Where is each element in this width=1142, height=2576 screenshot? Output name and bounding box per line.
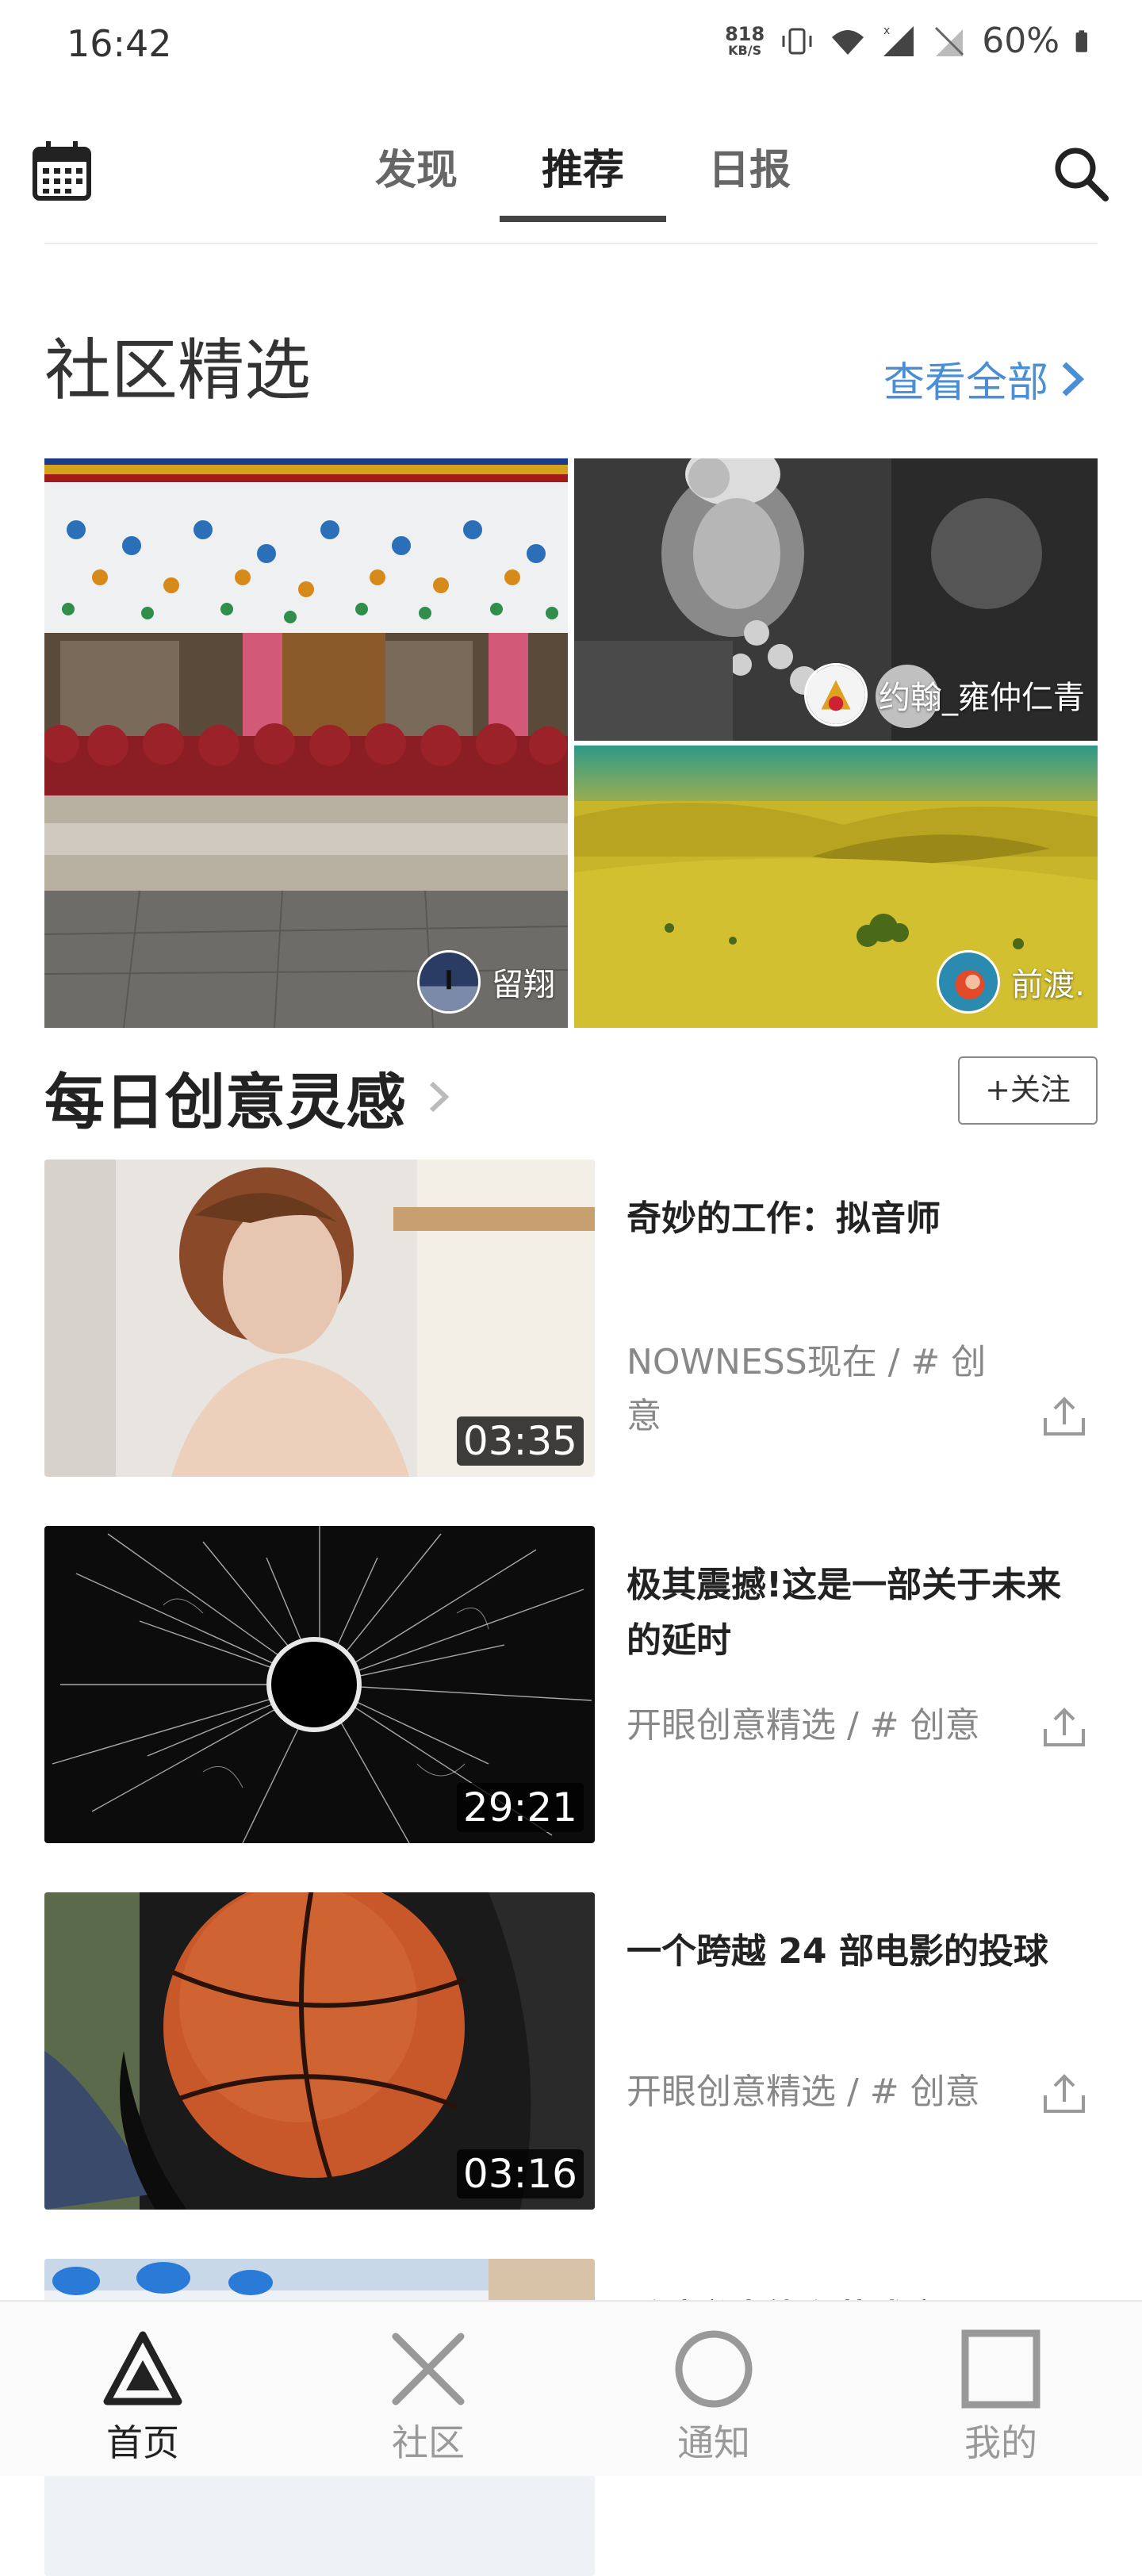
- tab-daily[interactable]: 日报: [666, 143, 833, 222]
- see-all-link[interactable]: 查看全部: [883, 349, 1086, 408]
- video-thumbnail[interactable]: 03:35: [44, 1160, 595, 1477]
- community-author: 前渡.: [937, 950, 1085, 1014]
- bottom-nav: 首页 社区 通知 我的: [0, 2300, 1142, 2476]
- signal-icon: x: [883, 25, 914, 56]
- community-card[interactable]: 留翔: [44, 458, 568, 1028]
- status-icons: 818 KB/S x 60%: [725, 21, 1098, 61]
- video-title[interactable]: 一个跨越 24 部电影的投球: [627, 1924, 1086, 1980]
- video-title[interactable]: 极其震撼!这是一部关于未来的延时: [627, 1558, 1086, 1669]
- net-speed-value: 818: [725, 22, 765, 45]
- community-card[interactable]: 前渡.: [574, 746, 1098, 1028]
- avatar: [417, 950, 481, 1014]
- community-author: 约翰_雍仲仁青: [804, 663, 1085, 726]
- video-meta[interactable]: 开眼创意精选 / # 创意: [627, 2065, 1015, 2119]
- video-item[interactable]: 03:35 奇妙的工作：拟音师 NOWNESS现在 / # 创意: [44, 1160, 1098, 1477]
- cross-icon: [392, 2333, 465, 2405]
- avatar: [804, 663, 868, 726]
- nav-home[interactable]: 首页: [63, 2325, 222, 2467]
- community-grid: 留翔 约翰_雍仲仁青 前渡.: [44, 458, 1098, 1028]
- share-icon[interactable]: [1039, 1391, 1090, 1442]
- nav-notify-label: 通知: [677, 2421, 750, 2464]
- avatar: [937, 950, 1001, 1014]
- search-icon[interactable]: [1048, 141, 1112, 205]
- author-name: 前渡.: [1011, 967, 1085, 1003]
- status-bar: 16:42 818 KB/S x 60%: [0, 0, 1142, 98]
- daily-section-title[interactable]: 每日创意灵感: [44, 1053, 450, 1140]
- tab-discover[interactable]: 发现: [333, 143, 500, 222]
- tab-recommend[interactable]: 推荐: [500, 143, 666, 222]
- daily-title-label: 每日创意灵感: [44, 1067, 406, 1137]
- community-card[interactable]: 约翰_雍仲仁青: [574, 458, 1098, 741]
- share-icon[interactable]: [1039, 2068, 1090, 2119]
- monks-temple-photo: [44, 458, 568, 1028]
- vibrate-icon: [782, 28, 812, 54]
- nav-community-label: 社区: [392, 2421, 465, 2464]
- author-name: 留翔: [492, 967, 555, 1003]
- see-all-label: 查看全部: [883, 359, 1048, 407]
- square-icon: [961, 2329, 1040, 2409]
- video-item[interactable]: 03:16 一个跨越 24 部电影的投球 开眼创意精选 / # 创意: [44, 1892, 1098, 2210]
- video-duration: 03:16: [456, 2149, 584, 2198]
- triangle-icon: [103, 2331, 182, 2405]
- video-item[interactable]: 29:21 极其震撼!这是一部关于未来的延时 开眼创意精选 / # 创意: [44, 1526, 1098, 1843]
- tab-bar: 发现 推荐 日报: [333, 143, 833, 222]
- nav-mine[interactable]: 我的: [922, 2325, 1080, 2467]
- video-meta[interactable]: NOWNESS现在 / # 创意: [627, 1336, 1015, 1443]
- nav-notify[interactable]: 通知: [634, 2325, 793, 2467]
- share-icon[interactable]: [1039, 1702, 1090, 1753]
- nav-community[interactable]: 社区: [349, 2325, 508, 2467]
- net-speed-unit: KB/S: [728, 42, 762, 58]
- video-meta[interactable]: 开眼创意精选 / # 创意: [627, 1699, 1015, 1753]
- video-thumbnail[interactable]: 29:21: [44, 1526, 595, 1843]
- video-title[interactable]: 奇妙的工作：拟音师: [627, 1191, 1086, 1247]
- community-author: 留翔: [417, 950, 555, 1014]
- chevron-right-icon: [429, 1081, 450, 1113]
- svg-text:x: x: [883, 25, 890, 37]
- video-duration: 03:35: [456, 1416, 584, 1466]
- calendar-icon[interactable]: [30, 140, 94, 203]
- video-thumbnail[interactable]: 03:16: [44, 1892, 595, 2210]
- community-title: 社区精选: [44, 332, 312, 409]
- nav-home-label: 首页: [106, 2421, 179, 2464]
- nav-mine-label: 我的: [964, 2421, 1037, 2464]
- net-speed: 818 KB/S: [725, 25, 765, 58]
- follow-button[interactable]: +关注: [958, 1056, 1098, 1125]
- no-signal-icon: [935, 26, 964, 56]
- video-duration: 29:21: [456, 1783, 584, 1832]
- header-divider: [44, 243, 1098, 244]
- circle-icon: [675, 2330, 753, 2408]
- status-time: 16:42: [67, 22, 172, 65]
- top-nav: 发现 推荐 日报: [0, 119, 1142, 246]
- battery-icon: [1075, 29, 1087, 52]
- chevron-right-icon: [1062, 361, 1085, 397]
- battery-percent: 60%: [982, 21, 1060, 61]
- wifi-icon: [832, 29, 864, 55]
- author-name: 约翰_雍仲仁青: [879, 680, 1085, 716]
